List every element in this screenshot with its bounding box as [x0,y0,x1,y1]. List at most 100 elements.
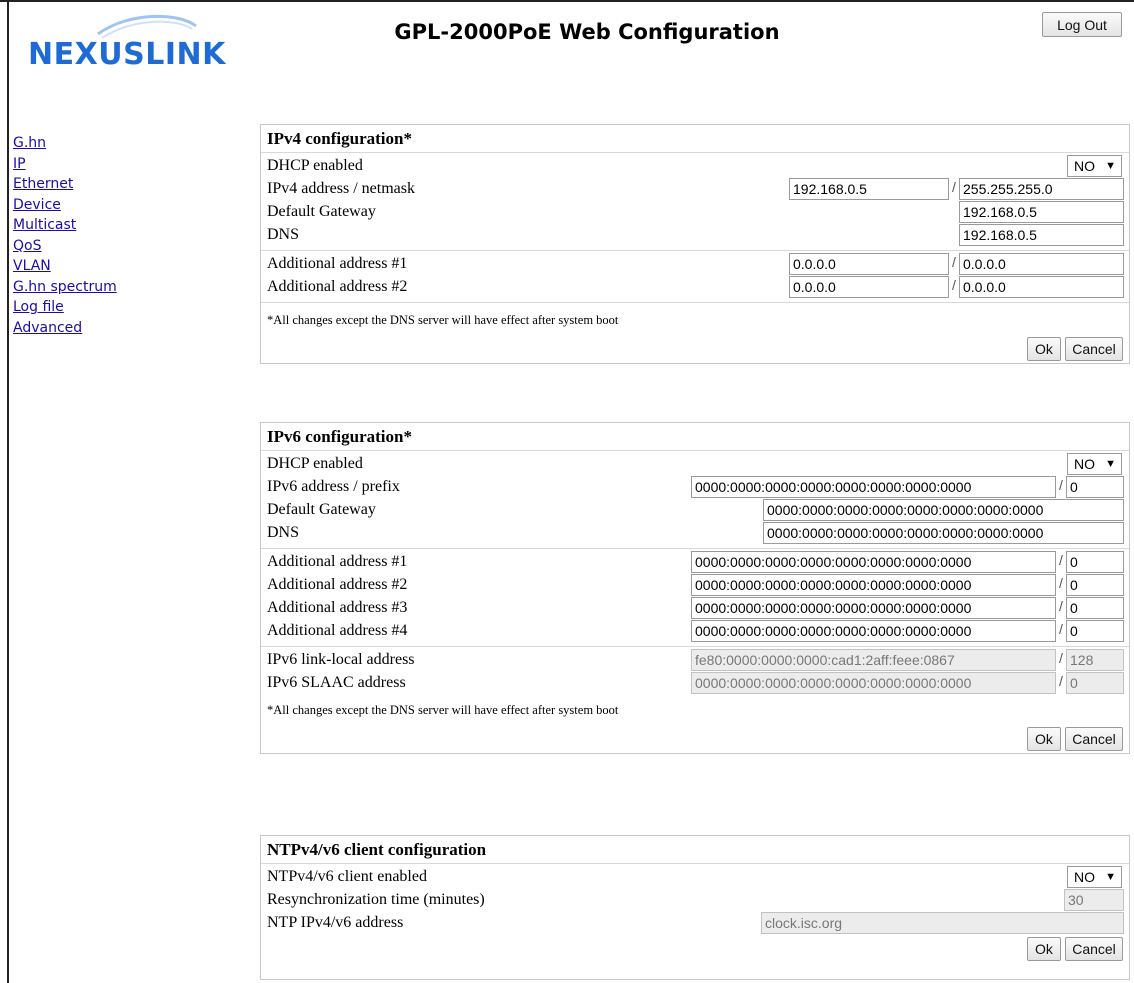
separator-slash: / [952,254,956,270]
separator-slash: / [1059,650,1063,666]
separator-slash: / [1059,575,1063,591]
ipv6-additional-2-address-input[interactable]: 0000:0000:0000:0000:0000:0000:0000:0000 [691,574,1056,596]
ipv4-dns-label: DNS [267,226,300,243]
ipv6-dhcp-label: DHCP enabled [267,455,363,472]
ntp-enabled-value: NO [1074,869,1095,885]
nav-link-ip[interactable]: IP [13,154,117,175]
ntp-enabled-label: NTPv4/v6 client enabled [267,868,427,885]
ipv6-additional-4-prefix-input[interactable]: 0 [1066,620,1124,642]
ipv6-slaac-prefix-field: 0 [1066,672,1124,694]
ipv6-additional-1-label: Additional address #1 [267,553,408,570]
separator-slash: / [952,277,956,293]
ipv4-section: IPv4 configuration* DHCP enabled NO ▼ IPv… [260,124,1130,364]
ipv6-additional-3-row: Additional address #3 0000:0000:0000:000… [261,597,1129,620]
ipv4-gateway-input[interactable]: 192.168.0.5 [959,201,1124,223]
ipv4-dhcp-value: NO [1074,158,1095,174]
ipv4-additional-2-label: Additional address #2 [267,278,408,295]
ipv4-additional-1-label: Additional address #1 [267,255,408,272]
ipv6-slaac-row: IPv6 SLAAC address 0000:0000:0000:0000:0… [261,672,1129,695]
ipv6-additional-1-row: Additional address #1 0000:0000:0000:000… [261,551,1129,574]
ipv6-cancel-button[interactable]: Cancel [1065,727,1123,751]
ipv6-additional-4-address-input[interactable]: 0000:0000:0000:0000:0000:0000:0000:0000 [691,620,1056,642]
ipv6-slaac-label: IPv6 SLAAC address [267,674,406,691]
nav-link-ethernet[interactable]: Ethernet [13,174,117,195]
ipv6-reboot-note: *All changes except the DNS server will … [267,703,619,717]
ipv6-dhcp-select[interactable]: NO ▼ [1067,453,1122,475]
ipv6-dhcp-value: NO [1074,456,1095,472]
ntp-address-field: clock.isc.org [761,912,1124,934]
page-title: GPL-2000PoE Web Configuration [394,20,780,44]
ipv6-actions: Ok Cancel [261,725,1129,753]
sidebar-nav: G.hn IP Ethernet Device Multicast QoS VL… [13,133,117,338]
ntp-actions: Ok Cancel [261,935,1129,963]
nav-link-multicast[interactable]: Multicast [13,215,117,236]
ipv6-address-label: IPv6 address / prefix [267,478,400,495]
separator-slash: / [1059,477,1063,493]
ipv6-additional-3-prefix-input[interactable]: 0 [1066,597,1124,619]
nav-link-advanced[interactable]: Advanced [13,318,117,339]
ipv6-address-input[interactable]: 0000:0000:0000:0000:0000:0000:0000:0000 [691,476,1056,498]
ipv4-dns-row: DNS 192.168.0.5 [261,224,1129,247]
ipv4-reboot-note: *All changes except the DNS server will … [267,313,619,327]
nav-link-log-file[interactable]: Log file [13,297,117,318]
ipv6-gateway-input[interactable]: 0000:0000:0000:0000:0000:0000:0000:0000 [763,499,1124,521]
ipv4-dhcp-label: DHCP enabled [267,157,363,174]
ipv6-additional-3-address-input[interactable]: 0000:0000:0000:0000:0000:0000:0000:0000 [691,597,1056,619]
ipv4-additional-1-address-input[interactable]: 0.0.0.0 [789,253,949,275]
ipv4-cancel-button[interactable]: Cancel [1065,337,1123,361]
ipv6-linklocal-prefix-field: 128 [1066,649,1124,671]
ipv4-actions: Ok Cancel [261,335,1129,363]
nav-link-device[interactable]: Device [13,195,117,216]
ipv6-ok-button[interactable]: Ok [1027,727,1061,751]
ntp-enabled-select[interactable]: NO ▼ [1067,866,1122,888]
divider [261,302,1129,303]
ipv6-additional-2-label: Additional address #2 [267,576,408,593]
page-frame-top [0,0,1134,2]
ipv4-additional-1-netmask-input[interactable]: 0.0.0.0 [959,253,1124,275]
ipv4-address-label: IPv4 address / netmask [267,180,415,197]
ipv6-slaac-field: 0000:0000:0000:0000:0000:0000:0000:0000 [691,672,1056,694]
ipv6-address-row: IPv6 address / prefix 0000:0000:0000:000… [261,476,1129,499]
ntp-address-row: NTP IPv4/v6 address clock.isc.org [261,912,1129,935]
ipv6-additional-2-prefix-input[interactable]: 0 [1066,574,1124,596]
ipv4-dhcp-select[interactable]: NO ▼ [1067,155,1122,177]
ipv4-additional-2-row: Additional address #2 0.0.0.0 / 0.0.0.0 [261,276,1129,299]
ipv6-additional-1-prefix-input[interactable]: 0 [1066,551,1124,573]
divider [261,250,1129,251]
separator-slash: / [1059,552,1063,568]
nav-link-ghn[interactable]: G.hn [13,133,117,154]
ipv6-additional-1-address-input[interactable]: 0000:0000:0000:0000:0000:0000:0000:0000 [691,551,1056,573]
page-frame-left [7,0,9,983]
ipv4-address-input[interactable]: 192.168.0.5 [789,178,949,200]
nav-link-qos[interactable]: QoS [13,236,117,257]
ipv4-address-row: IPv4 address / netmask 192.168.0.5 / 255… [261,178,1129,201]
ipv6-dns-label: DNS [267,524,300,541]
ntp-section: NTPv4/v6 client configuration NTPv4/v6 c… [260,835,1130,980]
chevron-down-icon: ▼ [1105,871,1116,883]
ntp-cancel-button[interactable]: Cancel [1065,937,1123,961]
ipv6-dhcp-row: DHCP enabled NO ▼ [261,453,1129,476]
ntp-resync-row: Resynchronization time (minutes) 30 [261,889,1129,912]
ntp-enabled-row: NTPv4/v6 client enabled NO ▼ [261,866,1129,889]
logout-button[interactable]: Log Out [1042,12,1122,37]
chevron-down-icon: ▼ [1105,458,1116,470]
ntp-ok-button[interactable]: Ok [1027,937,1061,961]
ipv6-additional-3-label: Additional address #3 [267,599,408,616]
ipv6-prefix-input[interactable]: 0 [1066,476,1124,498]
ipv6-section: IPv6 configuration* DHCP enabled NO ▼ IPv… [260,422,1130,754]
ipv4-netmask-input[interactable]: 255.255.255.0 [959,178,1124,200]
ipv6-dns-input[interactable]: 0000:0000:0000:0000:0000:0000:0000:0000 [763,522,1124,544]
nav-link-ghn-spectrum[interactable]: G.hn spectrum [13,277,117,298]
ipv4-additional-2-netmask-input[interactable]: 0.0.0.0 [959,276,1124,298]
ipv6-linklocal-label: IPv6 link-local address [267,651,415,668]
separator-slash: / [1059,598,1063,614]
nav-link-vlan[interactable]: VLAN [13,256,117,277]
ipv4-ok-button[interactable]: Ok [1027,337,1061,361]
ipv4-gateway-row: Default Gateway 192.168.0.5 [261,201,1129,224]
chevron-down-icon: ▼ [1105,160,1116,172]
ipv4-additional-2-address-input[interactable]: 0.0.0.0 [789,276,949,298]
ipv6-section-title: IPv6 configuration* [261,423,1129,451]
ipv6-additional-4-row: Additional address #4 0000:0000:0000:000… [261,620,1129,643]
ntp-resync-field: 30 [1064,889,1124,911]
ipv4-dns-input[interactable]: 192.168.0.5 [959,224,1124,246]
